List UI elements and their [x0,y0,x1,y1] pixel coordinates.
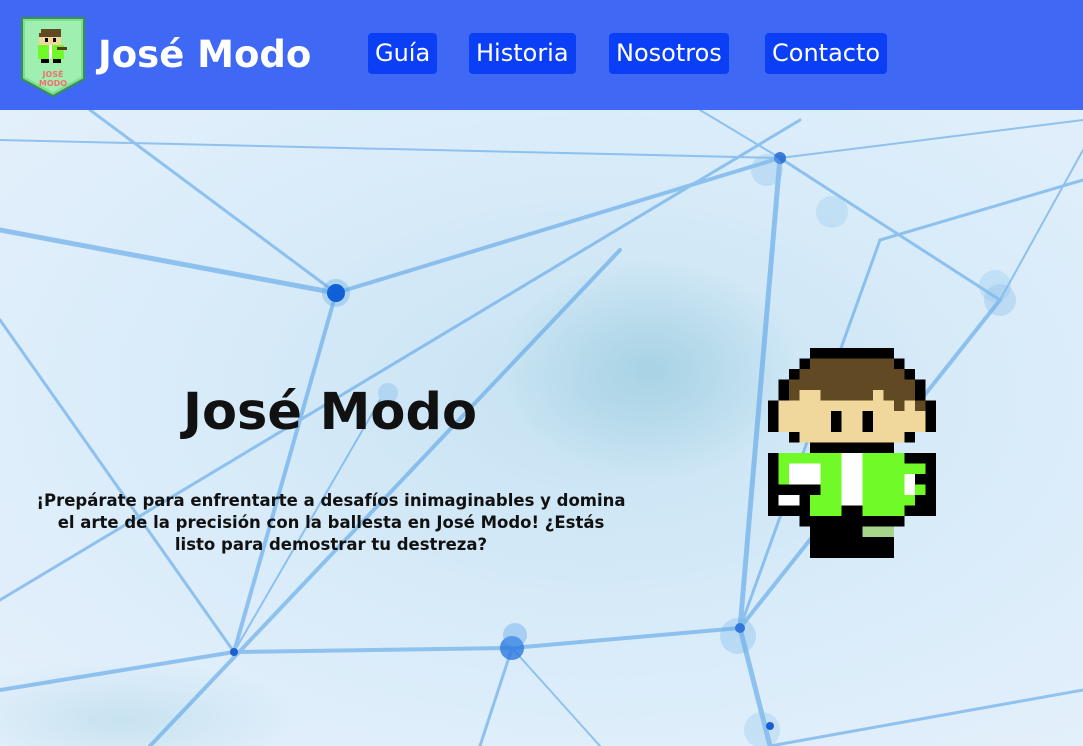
nav-historia[interactable]: Historia [469,33,576,74]
nav-contacto[interactable]: Contacto [765,33,888,74]
nav-guia[interactable]: Guía [368,33,438,74]
hero-description: ¡Prepárate para enfrentarte a desafíos i… [36,491,626,554]
site-title[interactable]: José Modo [98,30,311,80]
svg-text:MODO: MODO [39,79,67,88]
character-sprite [768,348,936,558]
logo-text: JOSÉ [41,68,63,79]
site-header: JOSÉ MODO José Modo Guía Historia Nosotr… [0,0,1083,110]
hero-title: José Modo [182,383,478,442]
nav-nosotros[interactable]: Nosotros [609,33,729,74]
logo-badge[interactable]: JOSÉ MODO [21,17,85,97]
